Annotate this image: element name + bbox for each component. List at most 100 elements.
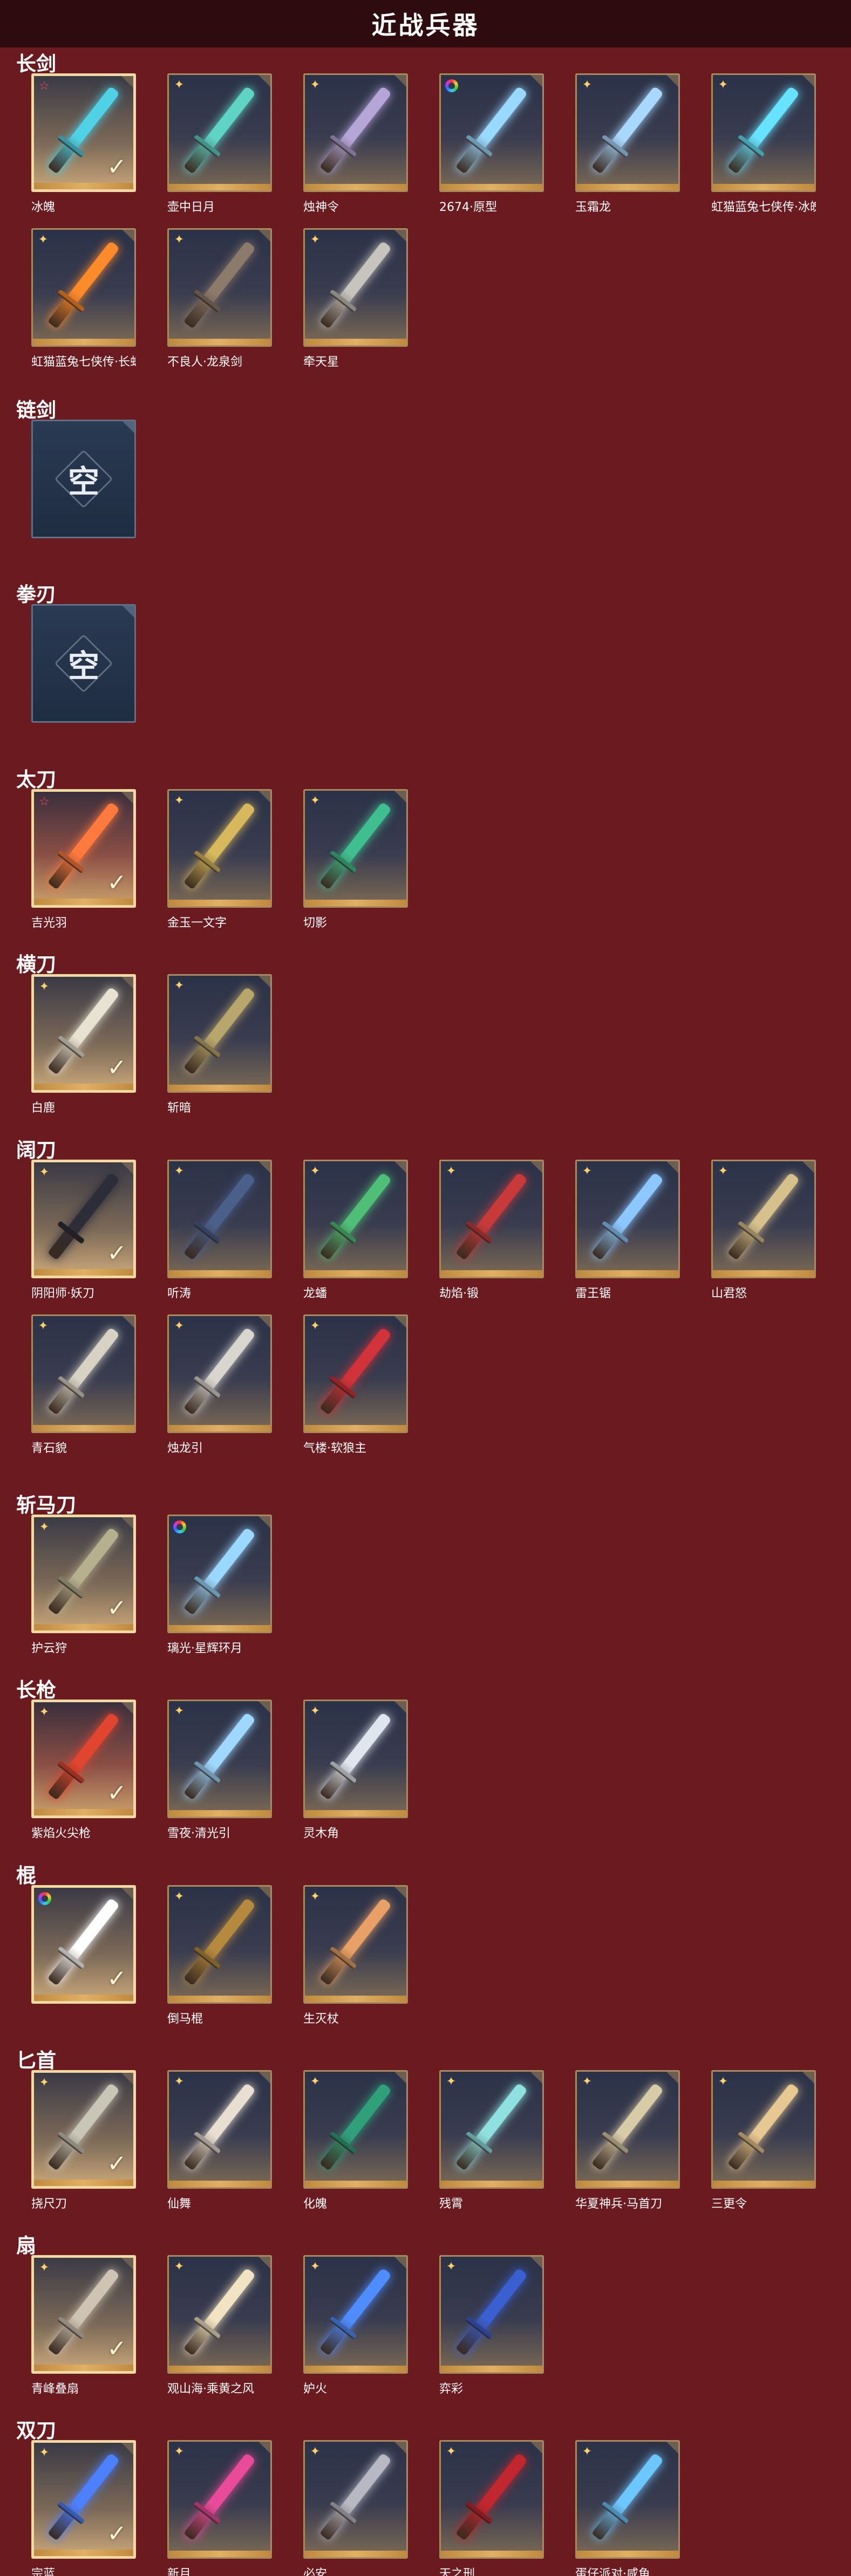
weapon-card[interactable]: ✦ 山君怒 <box>711 1160 816 1301</box>
weapon-card[interactable]: ✦ 观山海·乘黄之风 <box>167 2255 272 2396</box>
weapon-card[interactable]: ☆ ✓ 冰魄 <box>31 73 136 215</box>
weapon-tile[interactable]: ✦ <box>711 73 816 192</box>
weapon-tile[interactable]: ✦ <box>31 1314 136 1433</box>
weapon-card[interactable]: ✦ 蛋仔派对·咸鱼 <box>575 2440 680 2576</box>
weapon-tile[interactable]: ✦ ✓ <box>31 2255 136 2374</box>
weapon-tile[interactable]: ✦ <box>167 1885 272 2004</box>
weapon-card[interactable]: ✦ 虹猫蓝兔七侠传·长虹剑 <box>31 228 136 369</box>
weapon-tile[interactable]: ✦ <box>167 73 272 192</box>
weapon-card[interactable]: ✦ 听涛 <box>167 1160 272 1301</box>
weapon-card[interactable]: ✦ 必安 <box>303 2440 408 2576</box>
weapon-tile[interactable]: ✦ <box>303 2070 408 2189</box>
weapon-card[interactable]: ✦ 气楼·软狼主 <box>303 1314 408 1456</box>
weapon-card[interactable]: ✦ 玉霜龙 <box>575 73 680 215</box>
weapon-tile[interactable]: ✦ <box>575 73 680 192</box>
weapon-card[interactable]: ✦ 灵木角 <box>303 1700 408 1841</box>
weapon-card[interactable]: ✦ 劫焰·锻 <box>439 1160 544 1301</box>
weapon-card[interactable]: 2674·原型 <box>439 73 544 215</box>
weapon-tile[interactable]: ✦ ✓ <box>31 1515 136 1633</box>
weapon-card[interactable]: ✦ 斩暗 <box>167 974 272 1115</box>
weapon-card[interactable]: 空 <box>31 604 136 723</box>
weapon-tile[interactable]: ✦ <box>167 228 272 347</box>
weapon-tile[interactable]: ✦ <box>439 2070 544 2189</box>
weapon-tile[interactable]: ✦ ✓ <box>31 2440 136 2559</box>
weapon-card[interactable]: ✦ 弈彩 <box>439 2255 544 2396</box>
weapon-card[interactable]: ✦ 化魄 <box>303 2070 408 2211</box>
weapon-tile[interactable]: ✦ <box>303 1160 408 1278</box>
weapon-tile[interactable]: ✦ <box>575 2070 680 2189</box>
weapon-card[interactable]: ✦ 华夏神兵·马首刀 <box>575 2070 680 2211</box>
weapon-tile[interactable]: ✦ <box>167 1314 272 1433</box>
weapon-tile[interactable]: ✦ <box>167 974 272 1093</box>
weapon-tile[interactable]: ✦ <box>303 789 408 908</box>
weapon-tile[interactable]: ✓ <box>31 1885 136 2004</box>
weapon-tile[interactable]: ✦ <box>167 2255 272 2374</box>
weapon-tile[interactable]: ✦ <box>439 1160 544 1278</box>
weapon-tile[interactable]: ✦ <box>167 2070 272 2189</box>
weapon-card[interactable]: ✦ 牵天星 <box>303 228 408 369</box>
weapon-card[interactable]: ✦ ✓ 青峰叠扇 <box>31 2255 136 2396</box>
weapon-card[interactable]: ✦ 天之刑 <box>439 2440 544 2576</box>
weapon-tile[interactable]: ✦ <box>167 2440 272 2559</box>
weapon-card[interactable]: 璃光·星辉环月 <box>167 1515 272 1656</box>
weapon-tile[interactable]: ✦ <box>303 1885 408 2004</box>
weapon-card[interactable]: ✦ 龙蟠 <box>303 1160 408 1301</box>
weapon-card[interactable]: ✦ 青石貌 <box>31 1314 136 1456</box>
weapon-card[interactable]: 空 <box>31 420 136 538</box>
weapon-tile[interactable]: ✦ ✓ <box>31 1700 136 1818</box>
weapon-card[interactable]: ✓ <box>31 1885 136 2009</box>
weapon-tile[interactable]: ☆ ✓ <box>31 789 136 908</box>
weapon-tile[interactable]: ✦ <box>303 73 408 192</box>
weapon-card[interactable]: ✦ 烛龙引 <box>167 1314 272 1456</box>
weapon-card[interactable]: ✦ ✓ 白鹿 <box>31 974 136 1115</box>
weapon-card[interactable]: ✦ 倒马棍 <box>167 1885 272 2026</box>
corner-tab-icon <box>394 2257 406 2269</box>
weapon-tile[interactable]: ✦ ✓ <box>31 1160 136 1278</box>
weapon-tile[interactable]: ✦ <box>711 2070 816 2189</box>
empty-slot[interactable]: 空 <box>31 420 136 538</box>
weapon-card[interactable]: ✦ 不良人·龙泉剑 <box>167 228 272 369</box>
weapon-card[interactable]: ✦ 新月 <box>167 2440 272 2576</box>
weapon-card[interactable]: ✦ 金玉一文字 <box>167 789 272 930</box>
weapon-tile[interactable]: ✦ <box>167 789 272 908</box>
weapon-card[interactable]: ✦ 切影 <box>303 789 408 930</box>
weapon-tile[interactable]: ✦ <box>439 2440 544 2559</box>
weapon-card[interactable]: ☆ ✓ 吉光羽 <box>31 789 136 930</box>
empty-slot[interactable]: 空 <box>31 604 136 723</box>
weapon-tile[interactable]: ✦ <box>31 228 136 347</box>
weapon-card[interactable]: ✦ ✓ 护云狩 <box>31 1515 136 1656</box>
weapon-tile[interactable] <box>439 73 544 192</box>
weapon-card[interactable]: ✦ 虹猫蓝兔七侠传·冰魄剑 <box>711 73 816 215</box>
weapon-tile[interactable]: ✦ <box>575 1160 680 1278</box>
equipped-check-icon: ✓ <box>107 1594 127 1622</box>
weapon-tile[interactable]: ✦ <box>167 1160 272 1278</box>
weapon-card[interactable]: ✦ 仙舞 <box>167 2070 272 2211</box>
weapon-image <box>319 86 392 174</box>
weapon-card[interactable]: ✦ 雪夜·清光引 <box>167 1700 272 1841</box>
rarity-strip <box>305 900 406 906</box>
weapon-tile[interactable]: ✦ <box>303 1314 408 1433</box>
weapon-card[interactable]: ✦ 残霄 <box>439 2070 544 2211</box>
weapon-card[interactable]: ✦ ✓ 挠尺刀 <box>31 2070 136 2211</box>
weapon-tile[interactable]: ✦ ✓ <box>31 974 136 1093</box>
weapon-card[interactable]: ✦ ✓ 紫焰火尖枪 <box>31 1700 136 1841</box>
weapon-card[interactable]: ✦ ✓ 宗蓝 <box>31 2440 136 2576</box>
weapon-tile[interactable]: ✦ <box>167 1700 272 1818</box>
weapon-tile[interactable]: ✦ <box>303 2440 408 2559</box>
weapon-tile[interactable]: ✦ <box>575 2440 680 2559</box>
weapon-tile[interactable]: ✦ ✓ <box>31 2070 136 2189</box>
weapon-tile[interactable]: ✦ <box>711 1160 816 1278</box>
weapon-tile[interactable]: ☆ ✓ <box>31 73 136 192</box>
weapon-tile[interactable]: ✦ <box>439 2255 544 2374</box>
weapon-tile[interactable] <box>167 1515 272 1633</box>
weapon-card[interactable]: ✦ 烛神令 <box>303 73 408 215</box>
weapon-card[interactable]: ✦ ✓ 阴阳师·妖刀 <box>31 1160 136 1301</box>
weapon-card[interactable]: ✦ 妒火 <box>303 2255 408 2396</box>
weapon-tile[interactable]: ✦ <box>303 2255 408 2374</box>
weapon-card[interactable]: ✦ 雷王锯 <box>575 1160 680 1301</box>
weapon-card[interactable]: ✦ 生灭杖 <box>303 1885 408 2026</box>
weapon-tile[interactable]: ✦ <box>303 228 408 347</box>
weapon-card[interactable]: ✦ 壶中日月 <box>167 73 272 215</box>
weapon-tile[interactable]: ✦ <box>303 1700 408 1818</box>
weapon-card[interactable]: ✦ 三更令 <box>711 2070 816 2211</box>
